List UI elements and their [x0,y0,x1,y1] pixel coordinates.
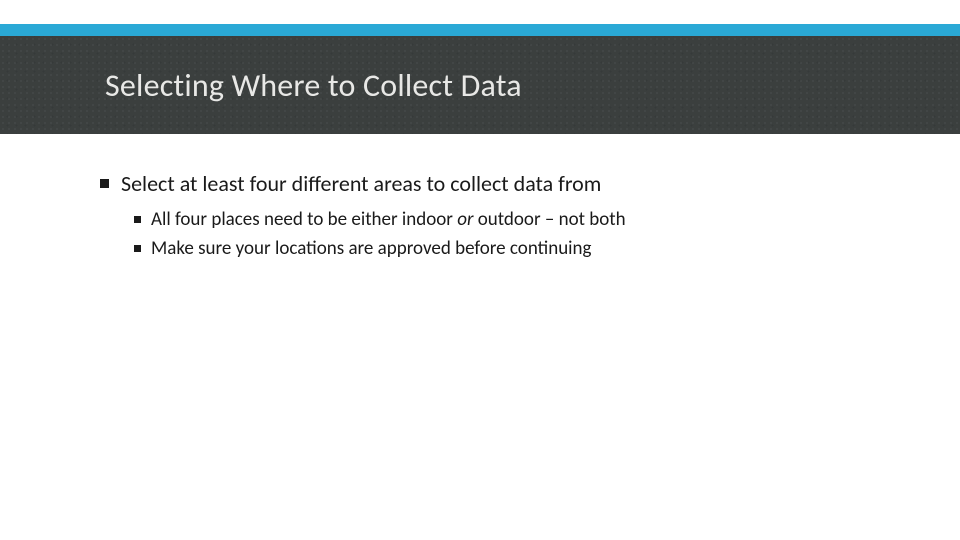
bullet-text: Select at least four different areas to … [121,170,601,199]
slide-body: Select at least four different areas to … [100,170,900,262]
bullet-text: All four places need to be either indoor… [151,207,626,233]
slide-title: Selecting Where to Collect Data [105,66,522,105]
bullet-text: Make sure your locations are approved be… [151,236,591,262]
bullet-level1: Select at least four different areas to … [100,170,900,199]
text-run: outdoor – not both [473,208,625,231]
accent-bar [0,24,960,36]
slide: Selecting Where to Collect Data Select a… [0,0,960,540]
bullet-level2: All four places need to be either indoor… [134,207,900,233]
square-bullet-icon [134,216,141,223]
title-band: Selecting Where to Collect Data [0,36,960,134]
text-run: All four places need to be either indoor [151,208,457,231]
sub-bullets: All four places need to be either indoor… [134,207,900,262]
square-bullet-icon [100,179,109,188]
square-bullet-icon [134,245,141,252]
bullet-level2: Make sure your locations are approved be… [134,236,900,262]
emphasis-or: or [457,208,473,231]
